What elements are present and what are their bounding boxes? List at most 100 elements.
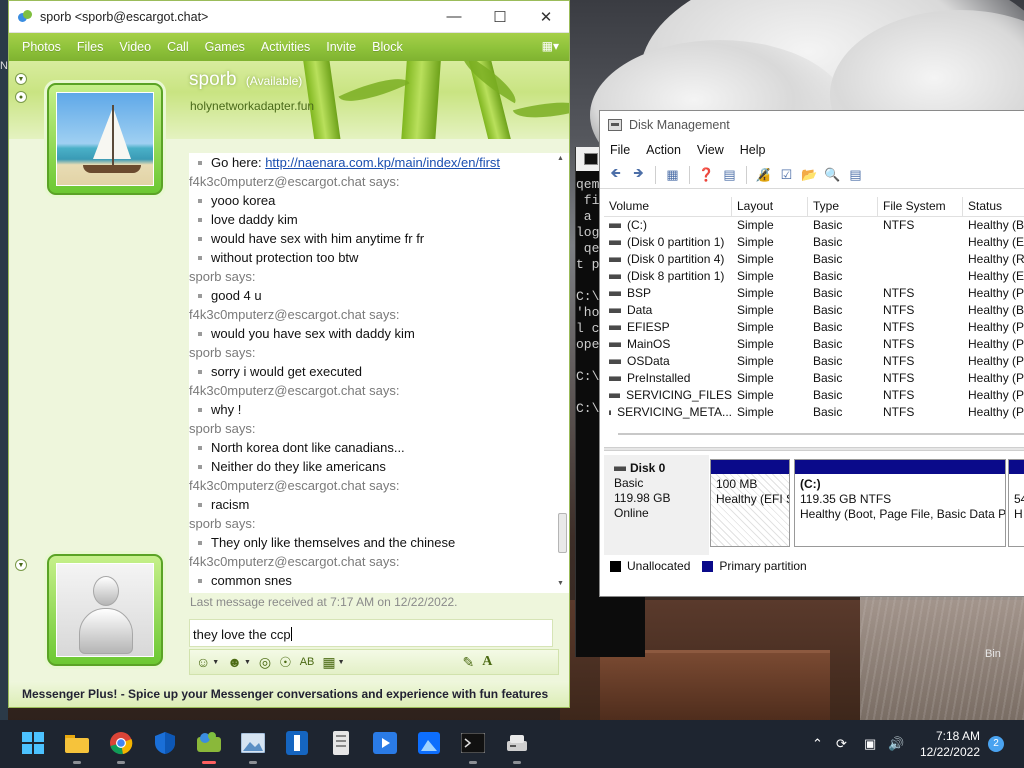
options-menu-icon[interactable]: ▦▾ (542, 39, 559, 53)
menu-help[interactable]: Help (740, 143, 766, 157)
messenger-plus-banner[interactable]: Messenger Plus! - Spice up your Messenge… (9, 681, 569, 707)
table-row[interactable]: PreInstalled Simple Basic NTFS Healthy (P (604, 370, 1024, 387)
table-row[interactable]: SERVICING_FILES Simple Basic NTFS Healthy (P (604, 387, 1024, 404)
messenger-app-icon[interactable] (196, 730, 222, 764)
table-row[interactable]: (C:) Simple Basic NTFS Healthy (B (604, 217, 1024, 234)
messenger-titlebar[interactable]: sporb <sporb@escargot.chat> — ☐ ✕ (9, 1, 569, 33)
emoticon-icon[interactable]: ☺ ▼ (196, 654, 219, 670)
partition-c[interactable]: (C:) 119.35 GB NTFS Healthy (Boot, Page … (794, 459, 1006, 547)
tray-chevron-icon[interactable]: ⌃ (812, 720, 823, 768)
wink-icon[interactable]: ☻ ▼ (227, 654, 251, 670)
table-row[interactable]: Data Simple Basic NTFS Healthy (B (604, 302, 1024, 319)
conversation-scrollbar[interactable]: ▲ ▼ (555, 153, 569, 593)
volume-icon[interactable]: 🔊 (888, 720, 904, 768)
collapse-chevron-icon[interactable]: ▼ (15, 559, 27, 571)
voice-clip-icon[interactable]: ☉ (279, 654, 292, 671)
image-viewer-icon[interactable] (416, 730, 442, 756)
handwriting-icon[interactable]: ✎ (463, 654, 475, 671)
table-row[interactable]: OSData Simple Basic NTFS Healthy (P (604, 353, 1024, 370)
sender-line: sporb says: (189, 343, 557, 362)
message-link[interactable]: http://naenara.com.kp/main/index/en/firs… (265, 155, 500, 170)
menu-action[interactable]: Action (646, 143, 681, 157)
font-icon[interactable]: AB (300, 656, 315, 668)
back-arrow-icon[interactable]: 🡸 (606, 165, 625, 184)
collapse-chevron-icon[interactable]: ▼ (15, 73, 27, 85)
disk-management-titlebar[interactable]: Disk Management (600, 111, 1024, 139)
webcam-icon[interactable]: ● (15, 91, 27, 103)
background-icon[interactable]: ▦ ▼ (322, 654, 344, 671)
forward-arrow-icon[interactable]: 🡺 (629, 165, 648, 184)
menu-activities[interactable]: Activities (253, 40, 318, 54)
console-tree-icon[interactable]: ▦ (663, 165, 682, 184)
disk-management-window[interactable]: Disk Management File Action View Help 🡸 … (599, 110, 1024, 597)
volume-name: EFIESP (627, 320, 670, 334)
table-row[interactable]: MainOS Simple Basic NTFS Healthy (P (604, 336, 1024, 353)
start-windows-icon[interactable] (20, 730, 46, 756)
cell-type: Basic (813, 371, 843, 385)
menu-video[interactable]: Video (111, 40, 159, 54)
column-header-layout[interactable]: Layout (732, 197, 808, 216)
partition-recovery[interactable]: 54 H (1008, 459, 1024, 547)
cell-volume: EFIESP (604, 319, 732, 336)
volume-list-scrollbar[interactable] (618, 429, 1024, 435)
close-icon[interactable]: ✕ (523, 1, 569, 33)
disk-0-info[interactable]: Disk 0 Basic 119.98 GB Online (604, 455, 709, 555)
terminal-icon[interactable] (460, 730, 486, 764)
minimize-icon[interactable]: — (431, 1, 477, 33)
file-explorer-icon[interactable] (64, 730, 90, 764)
conversation-history[interactable]: Go here: http://naenara.com.kp/main/inde… (189, 153, 557, 593)
menu-files[interactable]: Files (69, 40, 111, 54)
pane-splitter[interactable] (604, 447, 1024, 451)
column-header-status[interactable]: Status (963, 197, 1024, 216)
media-player-icon[interactable] (372, 730, 398, 756)
menu-view[interactable]: View (697, 143, 724, 157)
scroll-thumb[interactable] (558, 513, 567, 553)
text-format-icon[interactable]: A (482, 654, 492, 670)
user-avatar[interactable] (47, 554, 163, 666)
menu-file[interactable]: File (610, 143, 630, 157)
partition-text: 100 MB Healthy (EFI S (711, 474, 789, 546)
list-view-icon[interactable]: ▤ (846, 165, 865, 184)
sync-icon[interactable]: ⟳ (836, 720, 847, 768)
table-row[interactable]: (Disk 8 partition 1) Simple Basic Healthy (… (604, 268, 1024, 285)
table-row[interactable]: (Disk 0 partition 4) Simple Basic Healthy (… (604, 251, 1024, 268)
maximize-icon[interactable]: ☐ (477, 1, 523, 33)
cell-fs: NTFS (883, 371, 915, 385)
menu-games[interactable]: Games (197, 40, 253, 54)
system-clock[interactable]: 7:18 AM 12/22/2022 (918, 728, 980, 760)
network-icon[interactable]: ▣ (864, 720, 876, 768)
help-icon[interactable]: ❓ (697, 165, 716, 184)
notification-badge[interactable]: 2 (988, 736, 1004, 752)
document-app-icon[interactable] (328, 730, 354, 756)
message-input[interactable]: they love the ccp (189, 619, 553, 647)
checklist-icon[interactable]: ☑ (777, 165, 796, 184)
photos-app-icon[interactable] (240, 730, 266, 764)
scroll-down-icon[interactable]: ▼ (557, 580, 564, 587)
table-row[interactable]: EFIESP Simple Basic NTFS Healthy (P (604, 319, 1024, 336)
partition-efi[interactable]: 100 MB Healthy (EFI S (710, 459, 790, 547)
nudge-icon[interactable]: ◎ (259, 654, 271, 671)
line-text: without protection too btw (211, 250, 359, 265)
messenger-conversation-window[interactable]: sporb <sporb@escargot.chat> — ☐ ✕ Photos… (8, 0, 570, 708)
menu-photos[interactable]: Photos (14, 40, 69, 54)
recycle-bin-label[interactable]: Bin (985, 648, 1001, 660)
table-row[interactable]: SERVICING_META... Simple Basic NTFS Healthy … (604, 404, 1024, 421)
connect-icon[interactable]: 🔏 (754, 165, 773, 184)
disk-management-app-icon[interactable] (504, 730, 530, 764)
contact-avatar[interactable] (47, 83, 163, 195)
column-header-type[interactable]: Type (808, 197, 878, 216)
menu-invite[interactable]: Invite (318, 40, 364, 54)
menu-call[interactable]: Call (159, 40, 197, 54)
scroll-up-icon[interactable]: ▲ (557, 155, 564, 162)
search-folder-icon[interactable]: 🔍 (823, 165, 842, 184)
chrome-icon[interactable] (108, 730, 134, 764)
table-row[interactable]: BSP Simple Basic NTFS Healthy (P (604, 285, 1024, 302)
table-row[interactable]: (Disk 0 partition 1) Simple Basic Healthy (… (604, 234, 1024, 251)
folder-up-icon[interactable]: 📂 (800, 165, 819, 184)
column-header-file-system[interactable]: File System (878, 197, 963, 216)
menu-block[interactable]: Block (364, 40, 411, 54)
properties-icon[interactable]: ▤ (720, 165, 739, 184)
column-header-volume[interactable]: Volume (604, 197, 732, 216)
tool-app-icon[interactable] (284, 730, 310, 756)
security-shield-icon[interactable] (152, 730, 178, 756)
